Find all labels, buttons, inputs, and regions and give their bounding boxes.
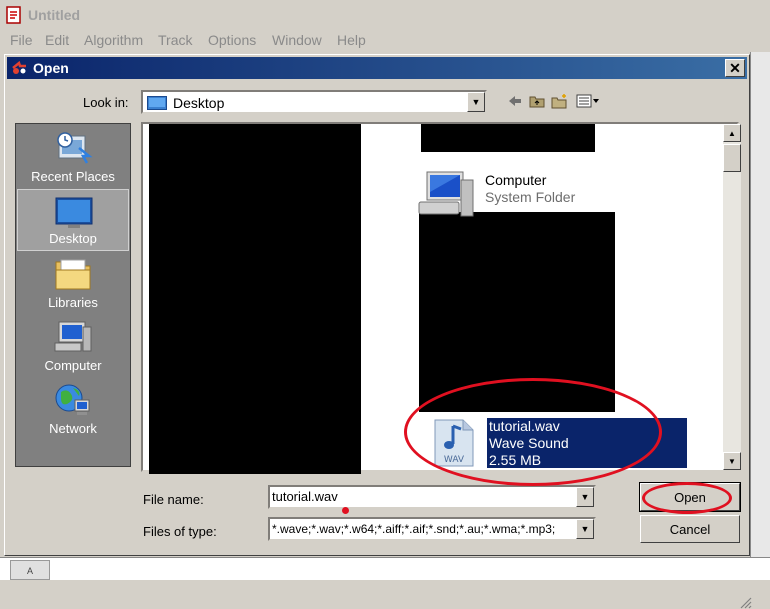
back-arrow-icon[interactable] [505,91,525,111]
menu-options[interactable]: Options [208,30,256,52]
app-titlebar: Untitled [0,0,770,30]
app-timeline-cell[interactable]: A [10,560,50,580]
files-of-type-value: *.wave;*.wav;*.w64;*.aiff;*.aif;*.snd;*.… [272,522,556,536]
look-in-label: Look in: [83,95,129,110]
places-bar: Recent Places Desktop Libraries Computer… [15,123,131,467]
chevron-down-icon[interactable]: ▼ [576,519,594,539]
libraries-icon [55,259,91,290]
menu-file[interactable]: File [10,30,33,52]
close-button[interactable]: ✕ [725,59,745,77]
network-icon [55,384,90,415]
vertical-scrollbar[interactable]: ▲ ▼ [723,124,741,470]
redacted-block [149,124,361,474]
menu-track[interactable]: Track [158,30,192,52]
file-name-input[interactable] [272,489,572,504]
file-list[interactable]: Computer System Folder WAV tutorial.wav … [141,122,741,474]
selected-file-label: tutorial.wav Wave Sound 2.55 MB [487,418,687,468]
desktop-icon [147,96,167,110]
place-label: Network [49,421,97,436]
place-network[interactable]: Network [17,378,129,440]
dialog-title: Open [33,60,69,76]
chevron-down-icon[interactable]: ▼ [576,487,594,507]
chevron-down-icon[interactable]: ▼ [467,92,485,112]
computer-icon [54,321,92,352]
look-in-dropdown[interactable]: Desktop ▼ [141,90,487,114]
cancel-button[interactable]: Cancel [640,515,740,543]
file-name-text: tutorial.wav [489,418,560,434]
dialog-titlebar[interactable]: Open ✕ [7,57,747,79]
new-folder-icon[interactable] [550,91,570,111]
files-of-type-label: Files of type: [143,524,217,539]
wave-sound-file-icon: WAV [434,419,474,467]
file-type-text: System Folder [485,189,576,205]
computer-icon [418,171,474,217]
place-label: Recent Places [31,169,115,184]
redacted-block [419,212,615,412]
view-menu-icon[interactable] [575,91,601,111]
menu-help[interactable]: Help [337,30,366,52]
place-desktop[interactable]: Desktop [17,189,129,251]
desktop-icon [55,197,93,228]
app-timeline-strip [0,557,770,580]
scroll-down-icon[interactable]: ▼ [723,452,741,470]
place-label: Libraries [48,295,98,310]
open-dialog: Open ✕ Look in: Desktop ▼ Recent Places … [4,54,752,609]
open-folder-icon [12,60,26,74]
file-name-label: File name: [143,492,204,507]
menu-window[interactable]: Window [272,30,322,52]
scroll-up-icon[interactable]: ▲ [723,124,741,142]
place-recent-places[interactable]: Recent Places [17,126,129,188]
menubar: File Edit Algorithm Track Options Window… [0,30,770,52]
place-label: Desktop [49,231,97,246]
caret-marker-icon [342,507,349,514]
app-title: Untitled [28,7,81,23]
look-in-value: Desktop [173,95,225,111]
resize-grip-icon[interactable] [738,595,752,609]
place-computer[interactable]: Computer [17,315,129,377]
file-type-text: Wave Sound [489,435,569,451]
list-item-tutorial-wav[interactable]: WAV tutorial.wav Wave Sound 2.55 MB [425,416,687,468]
menu-edit[interactable]: Edit [45,30,69,52]
file-size-text: 2.55 MB [489,452,542,468]
app-track-area [750,52,770,580]
place-libraries[interactable]: Libraries [17,252,129,314]
file-name-text: Computer [485,172,547,188]
file-name-combo[interactable]: ▼ [268,485,596,509]
menu-algorithm[interactable]: Algorithm [84,30,143,52]
recent-places-icon [57,132,93,164]
open-button[interactable]: Open [639,482,741,512]
up-folder-icon[interactable] [527,91,547,111]
close-icon: ✕ [729,59,741,76]
place-label: Computer [44,358,102,373]
redacted-block [421,124,595,152]
list-item-computer[interactable]: Computer System Folder [417,170,617,217]
app-icon [6,6,21,24]
files-of-type-dropdown[interactable]: *.wave;*.wav;*.w64;*.aiff;*.aif;*.snd;*.… [268,517,596,541]
scrollbar-thumb[interactable] [723,144,741,172]
wav-label: WAV [444,455,465,465]
